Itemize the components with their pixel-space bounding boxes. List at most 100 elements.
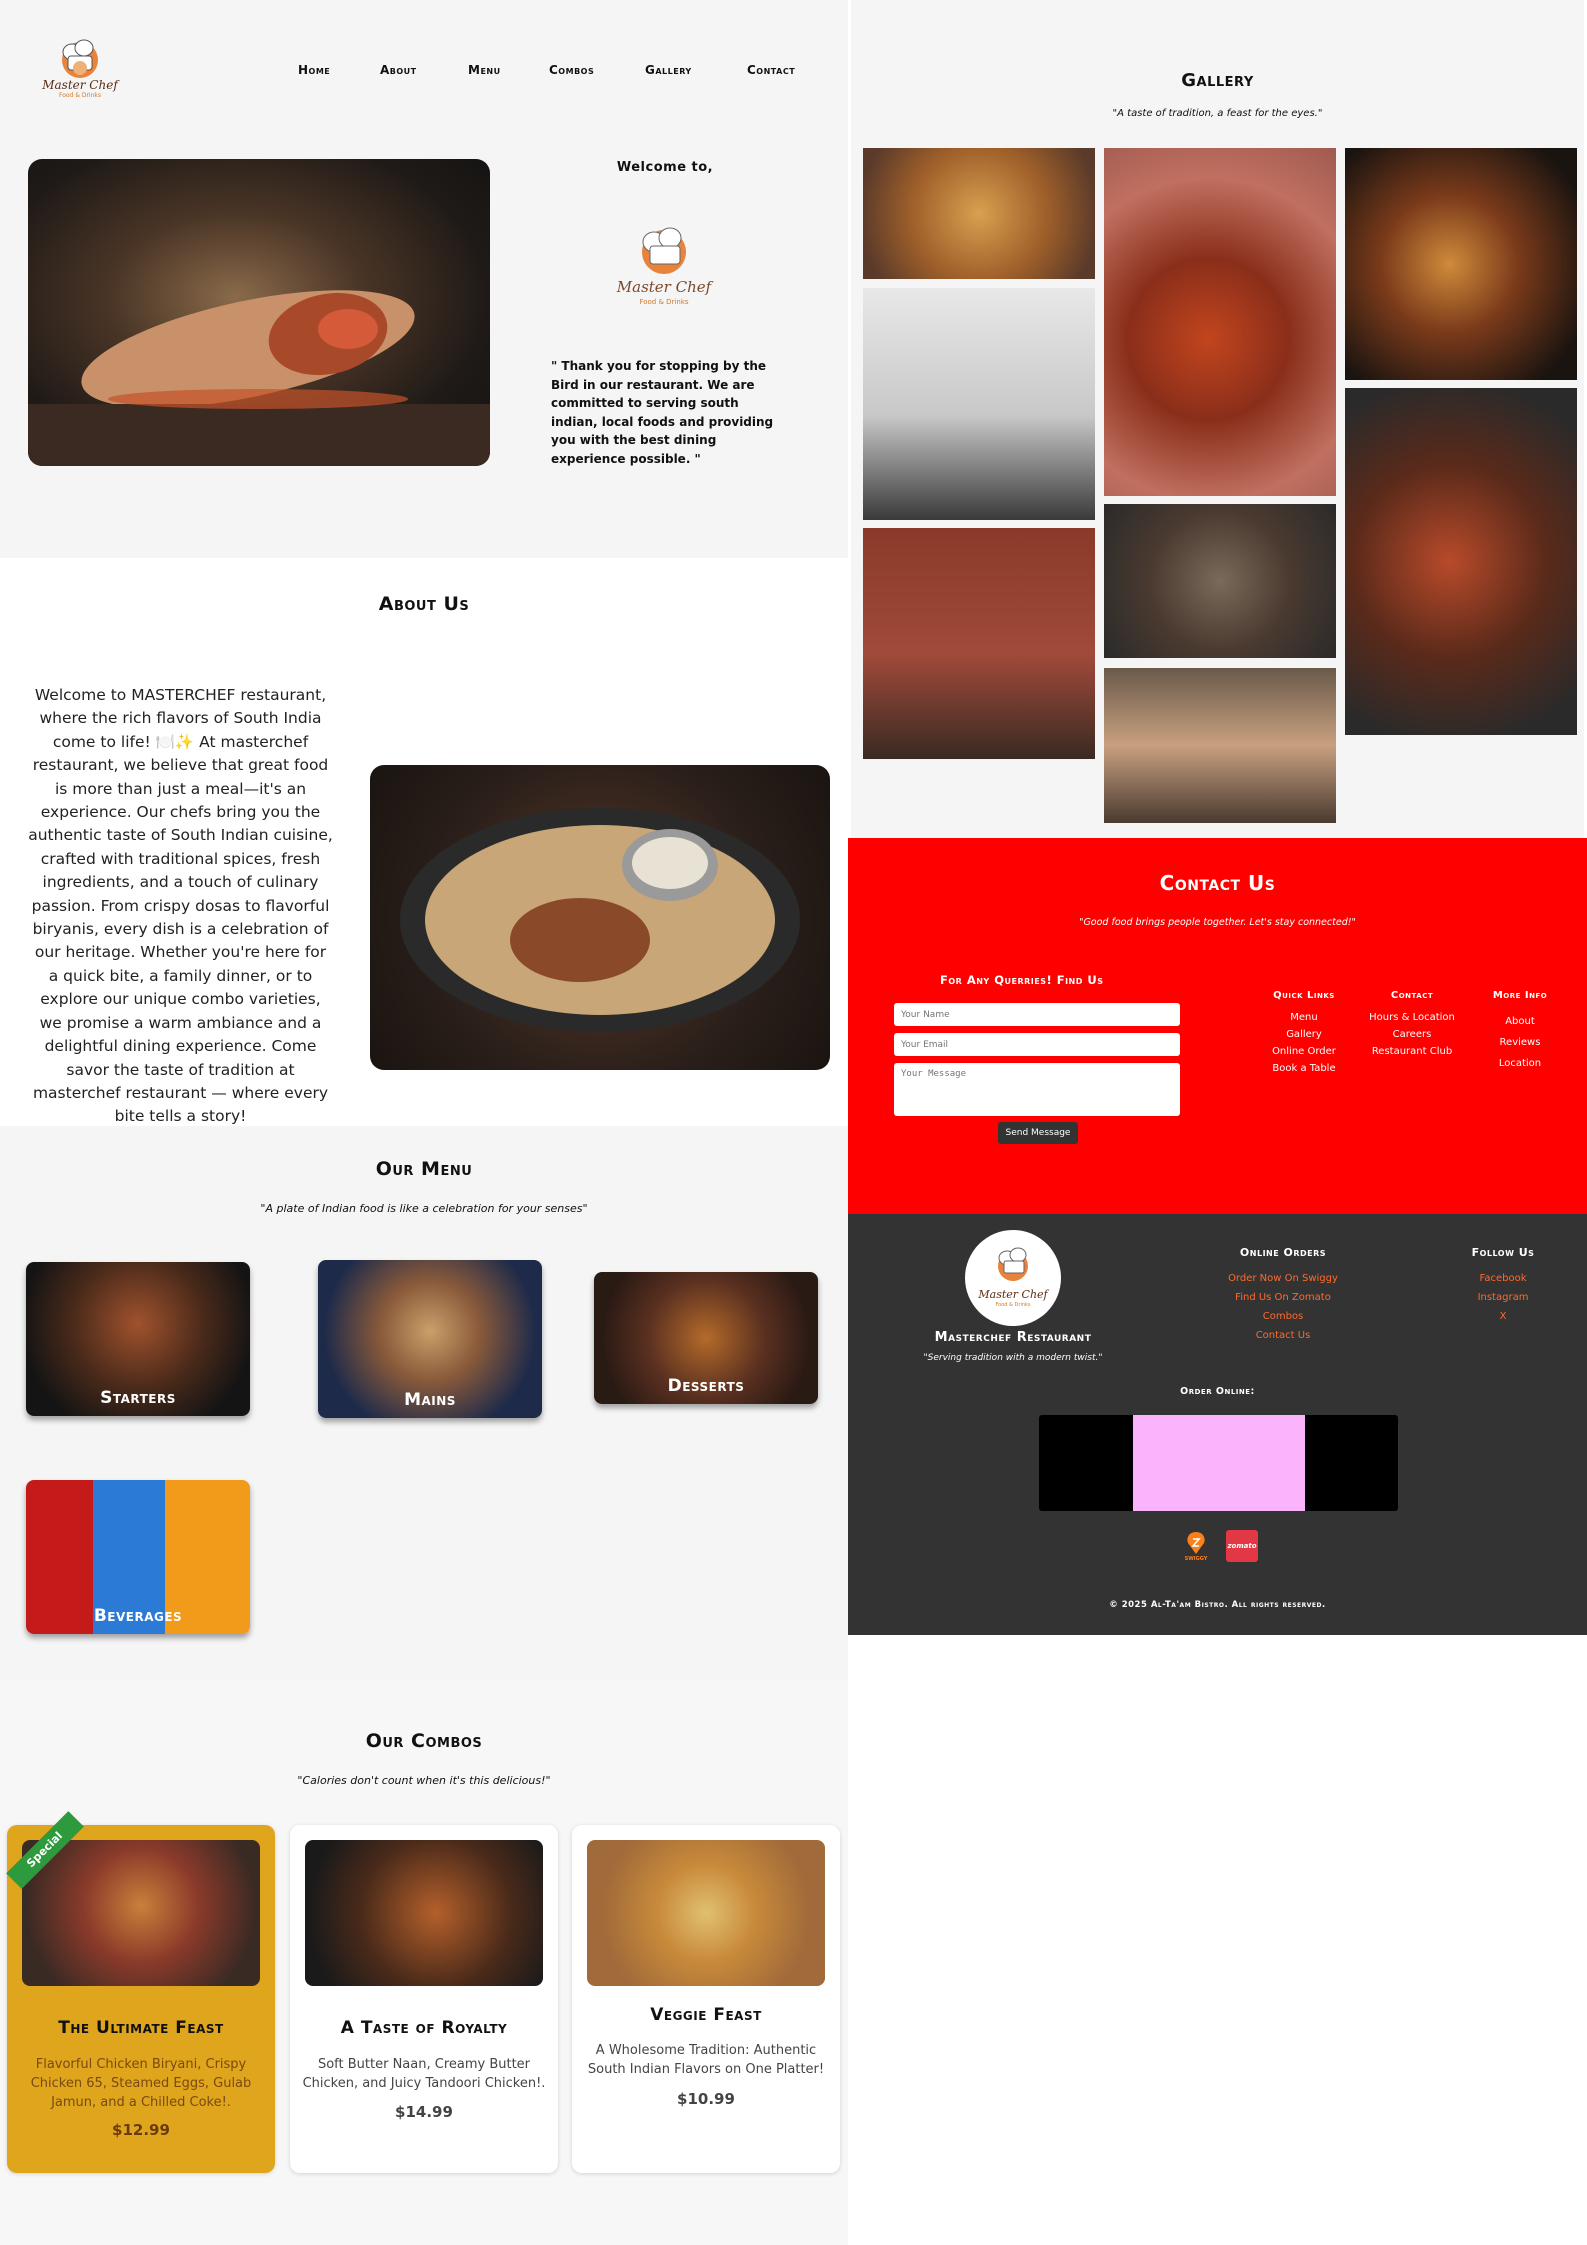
combo-price: $14.99 bbox=[395, 2103, 453, 2121]
combos-subtitle: "Calories don't count when it's this del… bbox=[297, 1774, 551, 1787]
menu-title: Our Menu bbox=[375, 1158, 473, 1180]
embed-placeholder bbox=[1133, 1415, 1305, 1511]
about-text: Welcome to MASTERCHEF restaurant, where … bbox=[28, 686, 333, 1126]
contact-col-title: Contact bbox=[1390, 990, 1434, 1001]
more-info-about[interactable]: About bbox=[1472, 1011, 1568, 1032]
swiggy-link[interactable]: Order Now On Swiggy bbox=[1223, 1269, 1343, 1288]
combo-card-ultimate-feast[interactable]: Special The Ultimate Feast Flavorful Chi… bbox=[6, 1811, 275, 2173]
nav-home[interactable]: Home bbox=[298, 63, 330, 77]
order-online-embed[interactable] bbox=[1039, 1415, 1398, 1511]
combo-title: The Ultimate Feast bbox=[58, 2018, 224, 2038]
hero-logo-subtitle: Food & Drinks bbox=[639, 298, 689, 306]
instagram-link[interactable]: Instagram bbox=[1453, 1288, 1553, 1307]
more-info-location[interactable]: Location bbox=[1472, 1053, 1568, 1074]
combo-card-taste-of-royalty[interactable]: A Taste of Royalty Soft Butter Naan, Cre… bbox=[290, 1825, 558, 2173]
menu-subtitle: "A plate of Indian food is like a celebr… bbox=[260, 1202, 588, 1215]
contact-subtitle: "Good food brings people together. Let's… bbox=[1079, 917, 1356, 928]
about-image bbox=[370, 765, 830, 1070]
swiggy-icon[interactable]: SWIGGY bbox=[1183, 1530, 1209, 1564]
combo-desc: A Wholesome Tradition: Authentic South I… bbox=[587, 2043, 825, 2077]
quick-links-column: Quick Links Menu Gallery Online Order Bo… bbox=[1256, 990, 1352, 1077]
footer-logo-title: Master Chef bbox=[978, 1288, 1048, 1301]
gallery-image[interactable] bbox=[863, 288, 1095, 520]
online-orders-column: Online Orders Order Now On Swiggy Find U… bbox=[1223, 1246, 1343, 1345]
footer-tagline: "Serving tradition with a modern twist." bbox=[923, 1353, 1103, 1363]
zomato-link[interactable]: Find Us On Zomato bbox=[1223, 1288, 1343, 1307]
gallery-image[interactable] bbox=[863, 148, 1095, 279]
gallery-image[interactable] bbox=[1345, 388, 1577, 735]
nav-gallery[interactable]: Gallery bbox=[645, 63, 692, 77]
combo-title: Veggie Feast bbox=[650, 2005, 762, 2025]
gallery-image[interactable] bbox=[863, 528, 1095, 759]
menu-card-starters[interactable]: Starters bbox=[26, 1262, 250, 1416]
menu-card-mains[interactable]: Mains bbox=[318, 1260, 542, 1418]
name-input[interactable] bbox=[894, 1003, 1180, 1026]
logo-subtitle: Food & Drinks bbox=[58, 92, 102, 99]
site-logo[interactable]: Master Chef Food & Drinks bbox=[38, 34, 122, 100]
footer-logo-subtitle: Food & Drinks bbox=[995, 1302, 1031, 1308]
about-title: About Us bbox=[378, 593, 470, 615]
more-info-reviews[interactable]: Reviews bbox=[1472, 1032, 1568, 1053]
follow-us-column: Follow Us Facebook Instagram X bbox=[1453, 1246, 1553, 1326]
gallery-image[interactable] bbox=[1104, 148, 1336, 496]
combo-desc: Soft Butter Naan, Creamy Butter Chicken,… bbox=[302, 2057, 546, 2091]
combo-price: $10.99 bbox=[677, 2090, 735, 2108]
zomato-icon[interactable]: zomato bbox=[1226, 1530, 1258, 1562]
gallery-image[interactable] bbox=[1104, 668, 1336, 823]
quick-links-title: Quick Links bbox=[1273, 990, 1335, 1001]
gallery-image[interactable] bbox=[1104, 504, 1336, 658]
header: Master Chef Food & Drinks Home About Men… bbox=[0, 0, 848, 130]
online-orders-title: Online Orders bbox=[1239, 1246, 1327, 1259]
chef-hat-icon bbox=[642, 227, 686, 274]
message-input[interactable] bbox=[894, 1063, 1180, 1116]
main-page-left: Master Chef Food & Drinks Home About Men… bbox=[0, 0, 848, 2245]
menu-card-label: Starters bbox=[100, 1388, 176, 1408]
menu-card-label: Beverages bbox=[93, 1606, 183, 1626]
contact-title: Contact Us bbox=[1159, 871, 1276, 895]
contact-us-link[interactable]: Contact Us bbox=[1223, 1326, 1343, 1345]
more-info-column: More Info About Reviews Location bbox=[1472, 990, 1568, 1074]
hero-quote: " Thank you for stopping by the Bird in … bbox=[551, 359, 774, 466]
chef-hat-icon bbox=[998, 1247, 1028, 1281]
combos-link[interactable]: Combos bbox=[1223, 1307, 1343, 1326]
nav-about[interactable]: About bbox=[380, 63, 417, 77]
logo-title: Master Chef bbox=[42, 78, 118, 92]
nav-contact[interactable]: Contact bbox=[747, 63, 795, 77]
nav-menu[interactable]: Menu bbox=[468, 63, 501, 77]
swiggy-label: SWIGGY bbox=[1184, 1556, 1208, 1562]
menu-card-beverages[interactable]: Beverages bbox=[26, 1480, 250, 1634]
quick-link-gallery[interactable]: Gallery bbox=[1256, 1026, 1352, 1043]
more-info-title: More Info bbox=[1492, 990, 1548, 1001]
order-online-label: Order Online: bbox=[1180, 1386, 1255, 1397]
menu-card-label: Mains bbox=[404, 1390, 456, 1410]
quick-link-online-order[interactable]: Online Order bbox=[1256, 1043, 1352, 1060]
gallery-image[interactable] bbox=[1345, 148, 1577, 380]
hero-image bbox=[28, 159, 490, 466]
facebook-link[interactable]: Facebook bbox=[1453, 1269, 1553, 1288]
quick-link-book-table[interactable]: Book a Table bbox=[1256, 1060, 1352, 1077]
combo-title: A Taste of Royalty bbox=[340, 2018, 508, 2038]
menu-card-desserts[interactable]: Desserts bbox=[594, 1272, 818, 1404]
copyright: © 2025 Al-Ta'am Bistro. All rights reser… bbox=[1109, 1600, 1326, 1610]
footer-logo[interactable]: Master Chef Food & Drinks bbox=[965, 1230, 1061, 1326]
contact-link-hours[interactable]: Hours & Location bbox=[1362, 1009, 1462, 1026]
contact-link-club[interactable]: Restaurant Club bbox=[1362, 1043, 1462, 1060]
hero-logo: Master Chef Food & Drinks bbox=[612, 222, 716, 308]
footer-restaurant-name: Masterchef Restaurant bbox=[934, 1330, 1092, 1345]
hero-logo-title: Master Chef bbox=[616, 278, 712, 296]
email-input[interactable] bbox=[894, 1033, 1180, 1056]
main-nav: Home About Menu Combos Gallery Contact bbox=[298, 63, 818, 81]
follow-us-title: Follow Us bbox=[1471, 1246, 1535, 1259]
combo-price: $12.99 bbox=[112, 2121, 170, 2139]
gallery-title: Gallery bbox=[1181, 70, 1254, 91]
gallery-subtitle: "A taste of tradition, a feast for the e… bbox=[1112, 108, 1323, 119]
contact-link-careers[interactable]: Careers bbox=[1362, 1026, 1462, 1043]
combo-card-veggie-feast[interactable]: Veggie Feast A Wholesome Tradition: Auth… bbox=[572, 1825, 840, 2173]
combo-desc: Flavorful Chicken Biryani, Crispy Chicke… bbox=[30, 2057, 252, 2110]
form-title: For Any Querries! Find Us bbox=[940, 973, 1104, 987]
send-message-button[interactable]: Send Message bbox=[998, 1122, 1078, 1144]
quick-link-menu[interactable]: Menu bbox=[1256, 1009, 1352, 1026]
x-link[interactable]: X bbox=[1453, 1307, 1553, 1326]
contact-column: Contact Hours & Location Careers Restaur… bbox=[1362, 990, 1462, 1060]
nav-combos[interactable]: Combos bbox=[549, 63, 594, 77]
